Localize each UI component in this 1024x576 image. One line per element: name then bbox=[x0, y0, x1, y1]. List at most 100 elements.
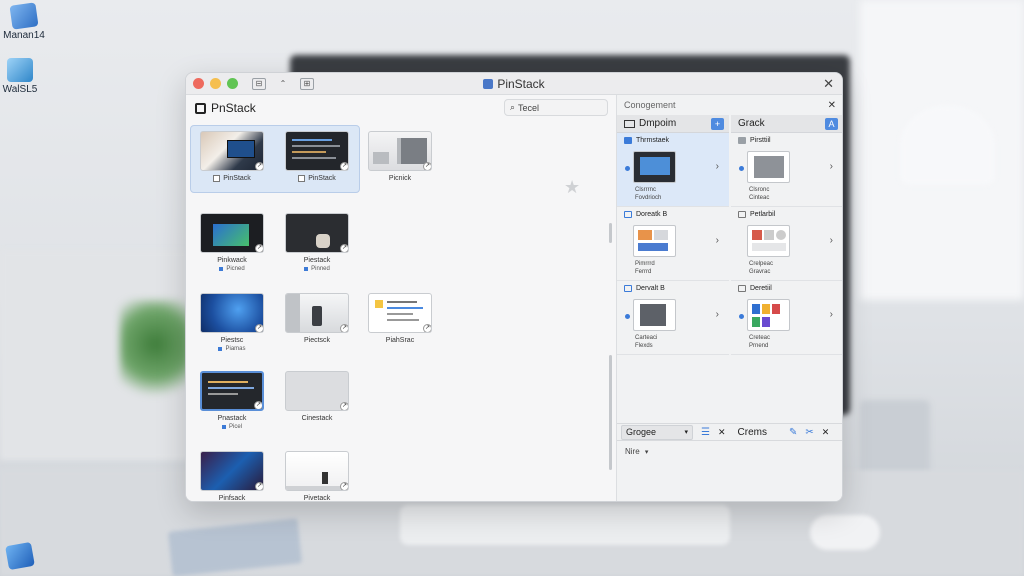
pin-item[interactable]: ↗ Pinfsack bbox=[200, 451, 264, 502]
list-icon[interactable]: ☰ bbox=[701, 427, 710, 438]
filter-selector[interactable]: Nire ▾ bbox=[625, 447, 648, 456]
search-icon: ⌕ bbox=[510, 102, 516, 112]
pin-item[interactable]: ↗ Piestack Pinned bbox=[285, 213, 349, 272]
pin-status: Piamas bbox=[218, 346, 246, 352]
checkbox[interactable] bbox=[213, 175, 221, 182]
tag-icon bbox=[738, 211, 746, 218]
background-lamp bbox=[900, 105, 995, 185]
management-header: Conogement ✕ bbox=[617, 95, 842, 115]
stack-card[interactable]: Dervalt B › Carteaci Flexds bbox=[617, 281, 729, 355]
link-icon: ↗ bbox=[340, 244, 348, 252]
card-title: Pirsttiil bbox=[738, 137, 838, 144]
sidebar-toggle-icon[interactable]: ⊟ bbox=[252, 77, 266, 90]
card-meta-line: Clsronc bbox=[749, 187, 770, 193]
close-icon[interactable]: ✕ bbox=[828, 100, 836, 111]
group-dropdown[interactable]: Grogee ▾ bbox=[621, 424, 693, 440]
stack-card[interactable]: Doreatk B › Pimrrrd Ferrrd bbox=[617, 207, 729, 281]
background-keyboard bbox=[400, 505, 730, 545]
zoom-dot[interactable] bbox=[227, 78, 238, 89]
group-toolbar: Grogee ▾ ☰ ✕ Crems ✎ ✂ ✕ bbox=[617, 423, 842, 441]
scrollbar-thumb-top[interactable] bbox=[609, 223, 612, 243]
pin-caption: PiahSrac bbox=[386, 337, 414, 344]
pin-item[interactable]: ↗ PinStack bbox=[200, 131, 264, 182]
pinned-icon bbox=[304, 267, 309, 271]
desktop-icon-2[interactable]: WalSL5 bbox=[0, 58, 50, 95]
pin-icon[interactable]: ✎ bbox=[789, 427, 797, 438]
desktop-icon-1[interactable]: Manan14 bbox=[0, 2, 54, 41]
pin-status-text: Picned bbox=[226, 266, 245, 272]
pin-item[interactable]: ↗ Pivetack bbox=[285, 451, 349, 501]
card-meta-line: Prnend bbox=[749, 343, 769, 349]
card-title: Dervalt B bbox=[624, 285, 724, 292]
pin-item[interactable]: ↗ PinStack bbox=[285, 131, 349, 182]
stack-card[interactable]: Pirsttiil › Clsronc Cinteac bbox=[731, 133, 842, 207]
management-pane: Conogement ✕ Dmpoim + Thrmstaek › Clsrrr… bbox=[616, 95, 842, 501]
add-icon[interactable]: + bbox=[711, 118, 724, 130]
chevron-right-icon[interactable]: › bbox=[716, 309, 719, 320]
pin-caption-text: Cinestack bbox=[301, 415, 333, 422]
pin-status-text: Piamas bbox=[225, 346, 246, 352]
chevron-right-icon[interactable]: › bbox=[830, 161, 833, 172]
link-icon: ↗ bbox=[340, 402, 348, 410]
close-dot[interactable] bbox=[193, 78, 204, 89]
chevron-down-icon: ▾ bbox=[644, 449, 649, 456]
desktop-icon-3[interactable] bbox=[0, 541, 50, 571]
search-input[interactable]: ⌕ Tecel bbox=[504, 99, 608, 116]
card-meta-line: Flexds bbox=[635, 343, 653, 349]
tools-icon[interactable]: ✂ bbox=[805, 427, 813, 438]
stack-card[interactable]: Deretiil › Creteac Prnend bbox=[731, 281, 842, 355]
minimize-dot[interactable] bbox=[210, 78, 221, 89]
thumbnail-grid: ↗ PinStack ↗ PinStack ↗ Picnick ↗ Pinkwa… bbox=[186, 125, 616, 502]
search-placeholder: Tecel bbox=[518, 102, 540, 113]
pin-caption: Pinfsack bbox=[218, 495, 246, 502]
pin-caption-text: Pinfsack bbox=[218, 495, 246, 502]
pin-caption: PinStack bbox=[213, 175, 251, 182]
status-dot bbox=[739, 166, 744, 171]
pin-caption-text: Picnick bbox=[388, 175, 412, 182]
link-icon: ↗ bbox=[254, 401, 262, 409]
column-header: Grack A bbox=[731, 115, 842, 133]
pin-item[interactable]: ↗ PiahSrac bbox=[368, 293, 432, 344]
pin-item[interactable]: ↗ Piectsck bbox=[285, 293, 349, 344]
pin-thumbnail: ↗ bbox=[200, 293, 264, 333]
close-icon[interactable]: ✕ bbox=[823, 76, 834, 92]
layout-icon[interactable]: ⊞ bbox=[300, 77, 314, 90]
pin-item[interactable]: ↗ Pnastack Picel bbox=[200, 371, 264, 430]
sort-icon[interactable]: A bbox=[825, 118, 838, 130]
card-title-text: Petlarbil bbox=[750, 211, 776, 218]
link-icon: ↗ bbox=[340, 482, 348, 490]
card-meta: Crelpeac Gravrac bbox=[749, 260, 773, 276]
scrollbar-thumb[interactable] bbox=[609, 355, 612, 470]
pin-item[interactable]: ↗ Pinkwack Picned bbox=[200, 213, 264, 272]
stack-card[interactable]: Petlarbil › Crelpeac Gravrac bbox=[731, 207, 842, 281]
status-dot bbox=[625, 314, 630, 319]
chevron-right-icon[interactable]: › bbox=[716, 235, 719, 246]
card-thumbnail bbox=[633, 151, 676, 183]
card-meta-line: Gravrac bbox=[749, 269, 771, 275]
checkbox[interactable] bbox=[298, 175, 306, 182]
stack-card[interactable]: Thrmstaek › Clsrrrnc Fovdrioch bbox=[617, 133, 729, 207]
pin-caption: PinStack bbox=[298, 175, 336, 182]
chevron-right-icon[interactable]: › bbox=[830, 235, 833, 246]
pin-caption-text: Piestsc bbox=[220, 337, 244, 344]
up-arrow-icon[interactable]: ⌃ bbox=[276, 78, 290, 90]
pin-item[interactable]: ↗ Piestsc Piamas bbox=[200, 293, 264, 352]
favorite-star-icon[interactable]: ★ bbox=[564, 177, 580, 198]
close-icon[interactable]: ✕ bbox=[822, 427, 830, 438]
pin-item[interactable]: ↗ Cinestack bbox=[285, 371, 349, 422]
card-thumbnail bbox=[747, 151, 790, 183]
pin-caption-text: Piectsck bbox=[303, 337, 331, 344]
card-thumbnail bbox=[633, 225, 676, 257]
library-pane: PnStack ⌕ Tecel ↗ PinStack ↗ PinStack ↗ … bbox=[186, 95, 616, 502]
pin-thumbnail: ↗ bbox=[200, 371, 264, 411]
chevron-right-icon[interactable]: › bbox=[716, 161, 719, 172]
chevron-right-icon[interactable]: › bbox=[830, 309, 833, 320]
desktop-icon-label: WalSL5 bbox=[2, 84, 38, 95]
link-icon: ↗ bbox=[423, 162, 431, 170]
title-bar[interactable]: ⊟ ⌃ ⊞ PinStack ✕ bbox=[186, 73, 842, 95]
pin-item[interactable]: ↗ Picnick bbox=[368, 131, 432, 182]
pin-caption: Piestsc bbox=[221, 337, 244, 344]
close-icon[interactable]: ✕ bbox=[718, 427, 726, 438]
app-icon bbox=[483, 78, 494, 89]
card-title-text: Thrmstaek bbox=[636, 137, 670, 144]
